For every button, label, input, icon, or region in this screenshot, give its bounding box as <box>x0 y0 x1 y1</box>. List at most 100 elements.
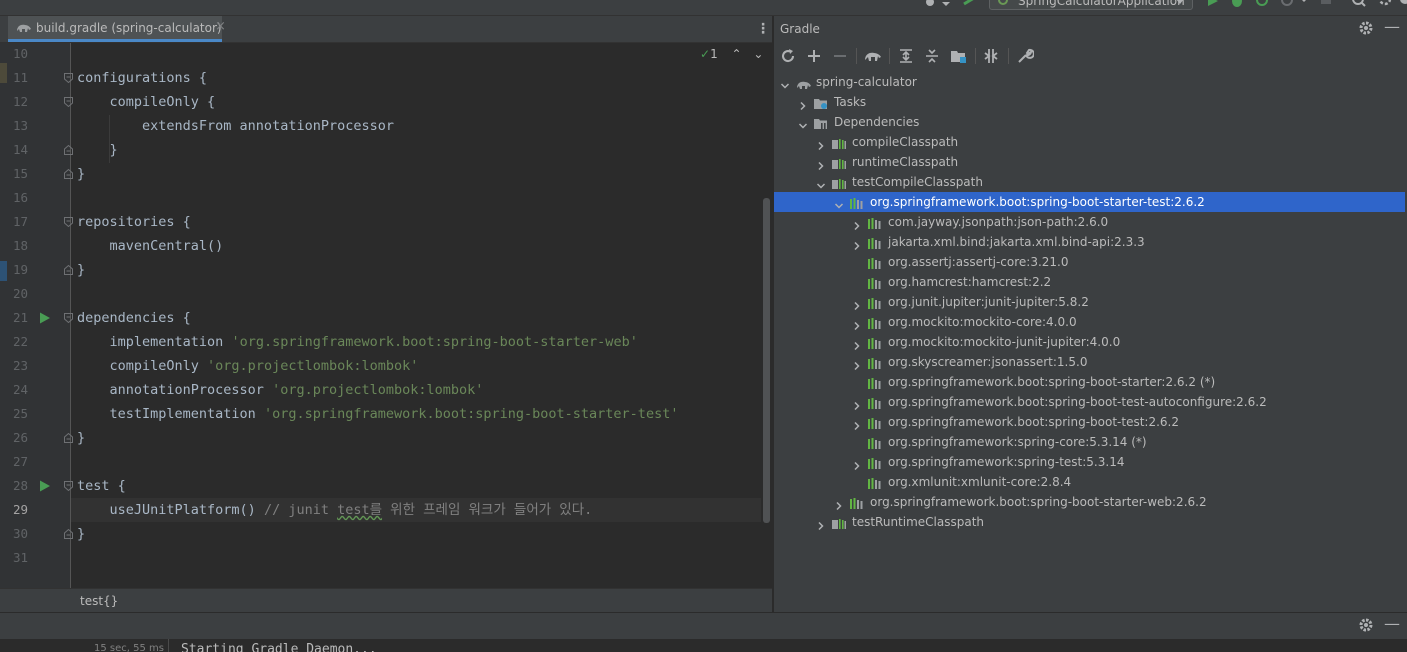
gear-icon[interactable] <box>1358 20 1374 36</box>
chevron-right-icon[interactable] <box>852 217 862 231</box>
settings-icon[interactable] <box>1378 0 1392 8</box>
minimize-icon[interactable]: — <box>1384 19 1400 35</box>
fold-end-icon[interactable] <box>64 529 73 539</box>
fold-end-icon[interactable] <box>64 265 73 275</box>
chevron-right-icon[interactable] <box>852 297 862 311</box>
chevron-right-icon[interactable] <box>834 497 844 511</box>
add-icon[interactable] <box>805 47 823 65</box>
tree-row[interactable]: org.junit.jupiter:junit-jupiter:5.8.2 <box>774 292 1405 312</box>
code-line: compileOnly { <box>77 90 216 114</box>
coverage-icon[interactable] <box>1256 0 1270 8</box>
tree-row[interactable]: org.mockito:mockito-junit-jupiter:4.0.0 <box>774 332 1405 352</box>
breadcrumb[interactable]: test{} <box>80 594 118 608</box>
update-icon[interactable] <box>1398 0 1407 8</box>
toggle-offline-mode-icon[interactable] <box>982 47 1000 65</box>
more-options-icon[interactable]: ⋮ <box>756 19 770 39</box>
fold-collapse-icon[interactable] <box>64 481 73 491</box>
tree-row[interactable]: org.springframework.boot:spring-boot-tes… <box>774 392 1405 412</box>
tree-row[interactable]: Tasks <box>774 92 1405 112</box>
chevron-right-icon[interactable] <box>816 517 826 531</box>
vcs-user-icon[interactable] <box>922 0 950 10</box>
tree-row[interactable]: org.springframework.boot:spring-boot-sta… <box>774 372 1405 392</box>
previous-highlight-icon[interactable]: ⌃ <box>732 47 742 61</box>
build-tool-settings-icon[interactable] <box>1016 47 1034 65</box>
code-editor[interactable]: 10 11 configurations {12 compileOnly {13 e… <box>0 43 772 588</box>
debug-icon[interactable] <box>1230 0 1244 8</box>
minimize-icon[interactable]: — <box>1384 616 1400 632</box>
tree-row[interactable]: org.skyscreamer:jsonassert:1.5.0 <box>774 352 1405 372</box>
tree-row[interactable]: testCompileClasspath <box>774 172 1405 192</box>
fold-collapse-icon[interactable] <box>64 313 73 323</box>
tree-row[interactable]: org.springframework:spring-test:5.3.14 <box>774 452 1405 472</box>
chevron-right-icon[interactable] <box>852 417 862 431</box>
chevron-right-icon[interactable] <box>816 137 826 151</box>
editor-scrollbar[interactable] <box>763 198 770 523</box>
chevron-right-icon[interactable] <box>852 317 862 331</box>
fold-collapse-icon[interactable] <box>64 73 73 83</box>
back-arrow-icon[interactable] <box>962 0 976 10</box>
library-icon <box>868 356 882 369</box>
search-icon[interactable] <box>1352 0 1366 8</box>
profile-icon[interactable] <box>1280 0 1308 8</box>
fold-end-icon[interactable] <box>64 145 73 155</box>
show-dependencies-icon[interactable] <box>949 47 967 65</box>
run-gutter-icon[interactable] <box>39 312 51 324</box>
fold-end-icon[interactable] <box>64 169 73 179</box>
chevron-right-icon[interactable] <box>852 457 862 471</box>
chevron-right-icon[interactable] <box>798 97 808 111</box>
tree-row[interactable]: spring-calculator <box>774 72 1405 92</box>
tree-row[interactable]: org.springframework.boot:spring-boot-sta… <box>774 492 1405 512</box>
console-output[interactable]: 15 sec, 55 ms Starting Gradle Daemon... <box>0 639 1407 652</box>
remove-icon[interactable] <box>831 47 849 65</box>
inspection-widget[interactable]: ✓1 ⌃ ⌄ <box>700 47 763 65</box>
tree-row[interactable]: org.springframework.boot:spring-boot-tes… <box>774 412 1405 432</box>
tree-row[interactable]: org.assertj:assertj-core:3.21.0 <box>774 252 1405 272</box>
tree-row[interactable]: testRuntimeClasspath <box>774 512 1405 532</box>
inspection-count: 1 <box>710 47 718 61</box>
tree-row[interactable]: org.hamcrest:hamcrest:2.2 <box>774 272 1405 292</box>
next-highlight-icon[interactable]: ⌄ <box>753 47 763 61</box>
tree-row[interactable]: org.mockito:mockito-core:4.0.0 <box>774 312 1405 332</box>
stop-icon[interactable] <box>1320 0 1332 8</box>
chevron-right-icon[interactable] <box>852 337 862 351</box>
tree-row[interactable]: org.xmlunit:xmlunit-core:2.8.4 <box>774 472 1405 492</box>
fold-collapse-icon[interactable] <box>64 217 73 227</box>
line-number: 19 <box>12 262 28 277</box>
tree-row[interactable]: runtimeClasspath <box>774 152 1405 172</box>
tree-row[interactable]: com.jayway.jsonpath:json-path:2.6.0 <box>774 212 1405 232</box>
toolbar-separator <box>889 48 890 64</box>
gear-icon[interactable] <box>1358 617 1374 633</box>
tree-row[interactable]: org.springframework:spring-core:5.3.14 (… <box>774 432 1405 452</box>
code-token: } <box>77 526 86 542</box>
chevron-down-icon[interactable] <box>780 77 790 89</box>
run-icon[interactable] <box>1207 0 1219 8</box>
tree-row[interactable]: jakarta.xml.bind:jakarta.xml.bind-api:2.… <box>774 232 1405 252</box>
close-tab-icon[interactable]: × <box>215 19 226 34</box>
checkmark-icon: ✓ <box>700 47 711 61</box>
run-configuration-select[interactable]: SpringCalculatorApplication <box>989 0 1193 10</box>
tree-row-label: org.assertj:assertj-core:3.21.0 <box>888 255 1069 269</box>
tree-row[interactable]: org.springframework.boot:spring-boot-sta… <box>774 192 1405 212</box>
tree-row-label: org.springframework:spring-test:5.3.14 <box>888 455 1125 469</box>
execute-task-icon[interactable] <box>864 47 882 65</box>
line-number: 24 <box>12 382 28 397</box>
reload-icon[interactable] <box>779 47 797 65</box>
expand-all-icon[interactable] <box>897 47 915 65</box>
chevron-down-icon[interactable] <box>798 117 808 129</box>
fold-end-icon[interactable] <box>64 433 73 443</box>
chevron-right-icon[interactable] <box>852 397 862 411</box>
run-gutter-icon[interactable] <box>39 480 51 492</box>
chevron-right-icon[interactable] <box>816 157 826 171</box>
chevron-down-icon[interactable] <box>816 177 826 189</box>
tree-row[interactable]: Dependencies <box>774 112 1405 132</box>
collapse-all-icon[interactable] <box>923 47 941 65</box>
fold-collapse-icon[interactable] <box>64 97 73 107</box>
line-number: 21 <box>12 310 28 325</box>
tree-row-label: spring-calculator <box>816 75 917 89</box>
editor-tab-build-gradle[interactable]: build.gradle (spring-calculator) × <box>8 16 226 42</box>
comment-token: 위한 프레임 워크가 들어가 있다. <box>382 502 593 518</box>
chevron-down-icon[interactable] <box>834 197 844 209</box>
tree-row[interactable]: compileClasspath <box>774 132 1405 152</box>
chevron-right-icon[interactable] <box>852 237 862 251</box>
chevron-right-icon[interactable] <box>852 357 862 371</box>
